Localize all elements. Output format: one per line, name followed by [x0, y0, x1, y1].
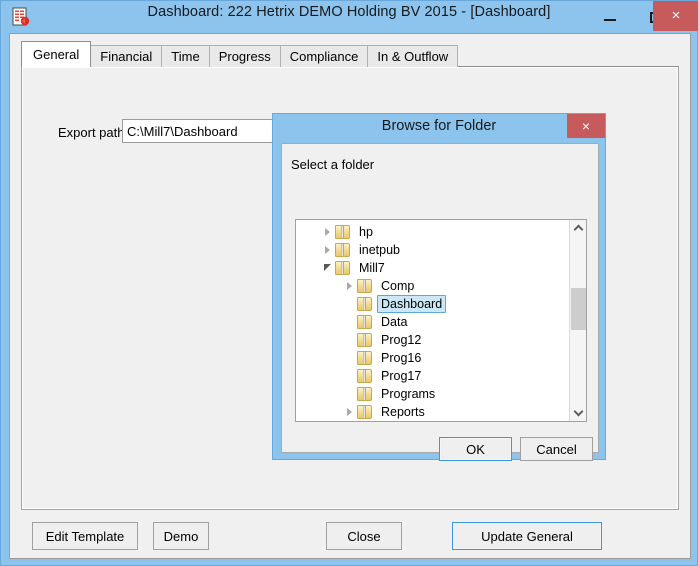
close-window-button[interactable]: ×: [653, 1, 698, 31]
folder-icon: [357, 333, 373, 347]
folder-tree-rows: hp inetpub Mill7 Comp Dashboard Data Prog12 Pro…: [296, 223, 568, 421]
tree-item-label: Data: [381, 315, 408, 329]
close-form-button[interactable]: Close: [326, 522, 402, 550]
tree-item-label: Programs: [381, 387, 436, 401]
tab-progress[interactable]: Progress: [208, 45, 281, 67]
folder-icon: [357, 279, 373, 293]
folder-icon: [357, 297, 373, 311]
demo-button[interactable]: Demo: [153, 522, 209, 550]
tree-item-label: Prog16: [381, 351, 422, 365]
tree-item[interactable]: Reports: [296, 403, 568, 421]
dialog-title-bar: Browse for Folder ×: [273, 114, 605, 143]
tree-item[interactable]: hp: [296, 223, 568, 241]
folder-icon: [357, 351, 373, 365]
minimize-button[interactable]: [589, 4, 631, 29]
folder-icon: [335, 243, 351, 257]
tree-item[interactable]: Data: [296, 313, 568, 331]
tab-general[interactable]: General: [21, 41, 92, 67]
tree-item-label: Prog17: [381, 369, 422, 383]
folder-icon: [357, 369, 373, 383]
tab-time[interactable]: Time: [161, 45, 210, 67]
expander-open-icon[interactable]: [322, 259, 335, 277]
tree-item-label: Reports: [381, 405, 425, 419]
tree-item[interactable]: Prog16: [296, 349, 568, 367]
tab-compliance[interactable]: Compliance: [279, 45, 369, 67]
tree-vertical-scrollbar[interactable]: [569, 220, 586, 421]
chevron-down-icon[interactable]: [570, 404, 586, 421]
expander-closed-icon[interactable]: [322, 241, 335, 259]
tab-in-outflow[interactable]: In & Outflow: [367, 45, 459, 67]
export-path-label: Export path: [58, 125, 125, 140]
folder-icon: [357, 405, 373, 419]
scrollbar-thumb[interactable]: [571, 288, 586, 330]
tree-item-label: Mill7: [359, 261, 385, 275]
tree-item[interactable]: Programs: [296, 385, 568, 403]
minimize-icon: [604, 19, 616, 21]
expander-closed-icon[interactable]: [322, 223, 335, 241]
application-window: Dashboard: 222 Hetrix DEMO Holding BV 20…: [0, 0, 698, 566]
close-icon: ×: [671, 7, 681, 24]
tree-item[interactable]: Prog12: [296, 331, 568, 349]
chevron-up-icon[interactable]: [570, 220, 586, 237]
tree-item-label: Comp: [381, 279, 415, 293]
expander-closed-icon[interactable]: [344, 277, 357, 295]
tab-financial[interactable]: Financial: [90, 45, 163, 67]
dialog-prompt-label: Select a folder: [291, 157, 375, 172]
ok-button[interactable]: OK: [439, 437, 512, 461]
tree-item-label: hp: [359, 225, 373, 239]
tree-item-label: inetpub: [359, 243, 401, 257]
folder-icon: [357, 387, 373, 401]
tree-item-label: Dashboard: [377, 295, 447, 313]
tree-item[interactable]: Mill7: [296, 259, 568, 277]
folder-tree-view[interactable]: hp inetpub Mill7 Comp Dashboard Data Prog12 Pro…: [295, 219, 587, 422]
tab-bar: General Financial Time Progress Complian…: [21, 41, 459, 67]
dialog-body: Select a folder hp inetpub Mill7 Comp Dashbo…: [281, 143, 599, 461]
tree-item-label: Prog12: [381, 333, 422, 347]
folder-icon: [335, 225, 351, 239]
expander-closed-icon[interactable]: [344, 403, 357, 421]
tree-item[interactable]: inetpub: [296, 241, 568, 259]
browse-for-folder-dialog: Browse for Folder × Select a folder hp in…: [272, 113, 606, 461]
folder-icon: [357, 315, 373, 329]
tree-item[interactable]: Comp: [296, 277, 568, 295]
tree-item[interactable]: Prog17: [296, 367, 568, 385]
edit-template-button[interactable]: Edit Template: [32, 522, 138, 550]
cancel-button[interactable]: Cancel: [520, 437, 593, 461]
update-general-button[interactable]: Update General: [452, 522, 602, 550]
dialog-close-button[interactable]: ×: [567, 114, 605, 138]
folder-icon: [335, 261, 351, 275]
window-title-bar: Dashboard: 222 Hetrix DEMO Holding BV 20…: [1, 1, 698, 33]
dialog-title: Browse for Folder: [381, 118, 497, 134]
tree-item[interactable]: Dashboard: [296, 295, 568, 313]
